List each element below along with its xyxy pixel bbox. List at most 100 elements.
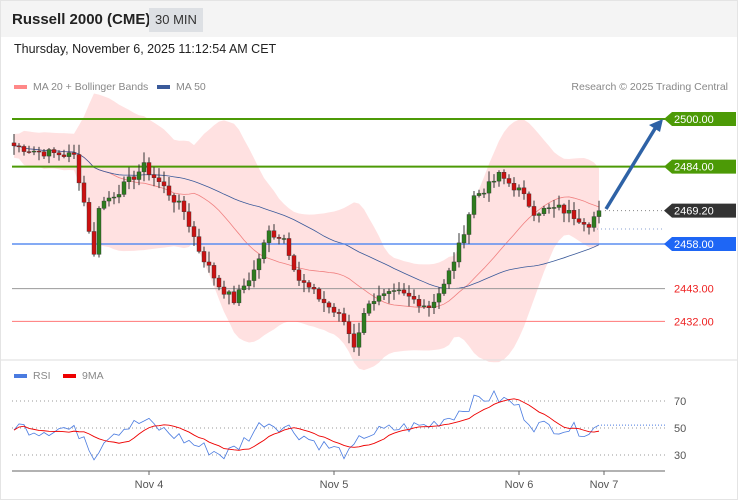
x-tick-label: Nov 6 xyxy=(505,479,534,491)
candle-body xyxy=(561,204,567,214)
candle-body xyxy=(416,299,422,307)
candle-body xyxy=(141,162,147,173)
candle-body xyxy=(96,208,102,255)
candle-body xyxy=(386,291,392,294)
candle-body xyxy=(361,313,367,333)
candle-body xyxy=(236,289,242,304)
candle-body xyxy=(461,234,467,244)
candle-body xyxy=(511,183,517,191)
candle-body xyxy=(531,206,537,216)
candle-body xyxy=(501,172,507,179)
candle-body xyxy=(296,269,302,281)
candle-body xyxy=(76,154,82,184)
candle-body xyxy=(121,181,127,195)
candle-body xyxy=(306,282,312,288)
candle-body xyxy=(46,149,52,157)
candle xyxy=(86,197,92,234)
candle-body xyxy=(411,296,417,300)
candle-body xyxy=(446,270,452,285)
candle-body xyxy=(471,195,477,215)
candle-body xyxy=(581,222,587,225)
candle-body xyxy=(301,280,307,283)
candle-body xyxy=(11,142,17,147)
rsi-swatch xyxy=(14,374,27,379)
candle-body xyxy=(266,230,272,243)
legend-ma50-label: MA 50 xyxy=(176,81,206,93)
candle-body xyxy=(26,151,32,153)
candle-body xyxy=(31,150,37,153)
candle-body xyxy=(326,302,332,308)
candle-body xyxy=(186,211,192,227)
candle-body xyxy=(496,172,502,182)
candle-body xyxy=(376,295,382,302)
candle-body xyxy=(276,237,282,239)
candle xyxy=(96,206,102,258)
candle-body xyxy=(111,196,117,199)
candle-body xyxy=(66,152,72,157)
candle-body xyxy=(226,291,232,295)
forecast-arrow xyxy=(604,126,658,210)
price-tag-label: 2484.00 xyxy=(674,162,714,174)
candle-body xyxy=(571,210,577,219)
legend-ma20-label: MA 20 + Bollinger Bands xyxy=(33,81,149,93)
candle-body xyxy=(51,149,57,153)
candle-body xyxy=(216,277,222,288)
candle xyxy=(291,253,297,272)
candle-body xyxy=(366,303,372,314)
candle-body xyxy=(406,292,412,297)
candle-body xyxy=(196,236,202,252)
candle-body xyxy=(206,261,212,266)
candle-body xyxy=(316,288,322,300)
ma50-swatch xyxy=(157,85,170,90)
candle-body xyxy=(381,293,387,296)
candle-body xyxy=(546,207,552,209)
candle-body xyxy=(106,197,112,202)
candle-body xyxy=(351,333,357,348)
support-label: 2443.00 xyxy=(674,284,714,296)
rsi-ma-line xyxy=(13,398,600,451)
candle-body xyxy=(261,242,267,259)
candle-body xyxy=(321,298,327,304)
candle-body xyxy=(596,210,602,217)
candle-body xyxy=(586,224,592,228)
candle-body xyxy=(371,301,377,305)
candle-body xyxy=(246,280,252,287)
x-tick-label: Nov 5 xyxy=(320,479,349,491)
price-tag-label: 2458.00 xyxy=(674,239,714,251)
candle-body xyxy=(491,180,497,183)
candle-body xyxy=(401,289,407,294)
support-label: 2432.00 xyxy=(674,316,714,328)
candle-body xyxy=(356,332,362,348)
candle-body xyxy=(481,192,487,195)
candle-body xyxy=(101,200,107,209)
candle-body xyxy=(136,171,142,180)
candle-body xyxy=(331,306,337,313)
candle-body xyxy=(281,238,287,240)
candle-body xyxy=(256,258,262,271)
candle-body xyxy=(551,207,557,209)
candle-body xyxy=(201,251,207,263)
legend-rsi-ma-label: 9MA xyxy=(82,370,104,382)
candle xyxy=(471,191,477,219)
candle-body xyxy=(86,202,92,232)
price-tag-label: 2469.20 xyxy=(674,206,714,218)
candle-body xyxy=(311,287,317,290)
ma20-swatch xyxy=(14,85,27,90)
candle-body xyxy=(556,204,562,208)
candle-body xyxy=(126,176,132,182)
rsi-level-label: 70 xyxy=(674,396,686,408)
chart-canvas: 2500.00 2484.00 2469.20 2458.00 2443.00 2432.… xyxy=(1,93,737,491)
candle-body xyxy=(576,218,582,223)
credit: Research © 2025 Trading Central xyxy=(571,81,728,93)
candle-body xyxy=(441,283,447,294)
candle-body xyxy=(486,181,492,194)
candle-body xyxy=(161,181,167,187)
legend-rsi-label: RSI xyxy=(33,370,51,382)
candle-body xyxy=(346,321,352,335)
candle-body xyxy=(271,230,277,238)
candle-body xyxy=(16,145,22,148)
candle-body xyxy=(146,162,152,175)
candle-body xyxy=(336,312,342,314)
candle-body xyxy=(116,194,122,198)
candle-body xyxy=(426,305,432,308)
